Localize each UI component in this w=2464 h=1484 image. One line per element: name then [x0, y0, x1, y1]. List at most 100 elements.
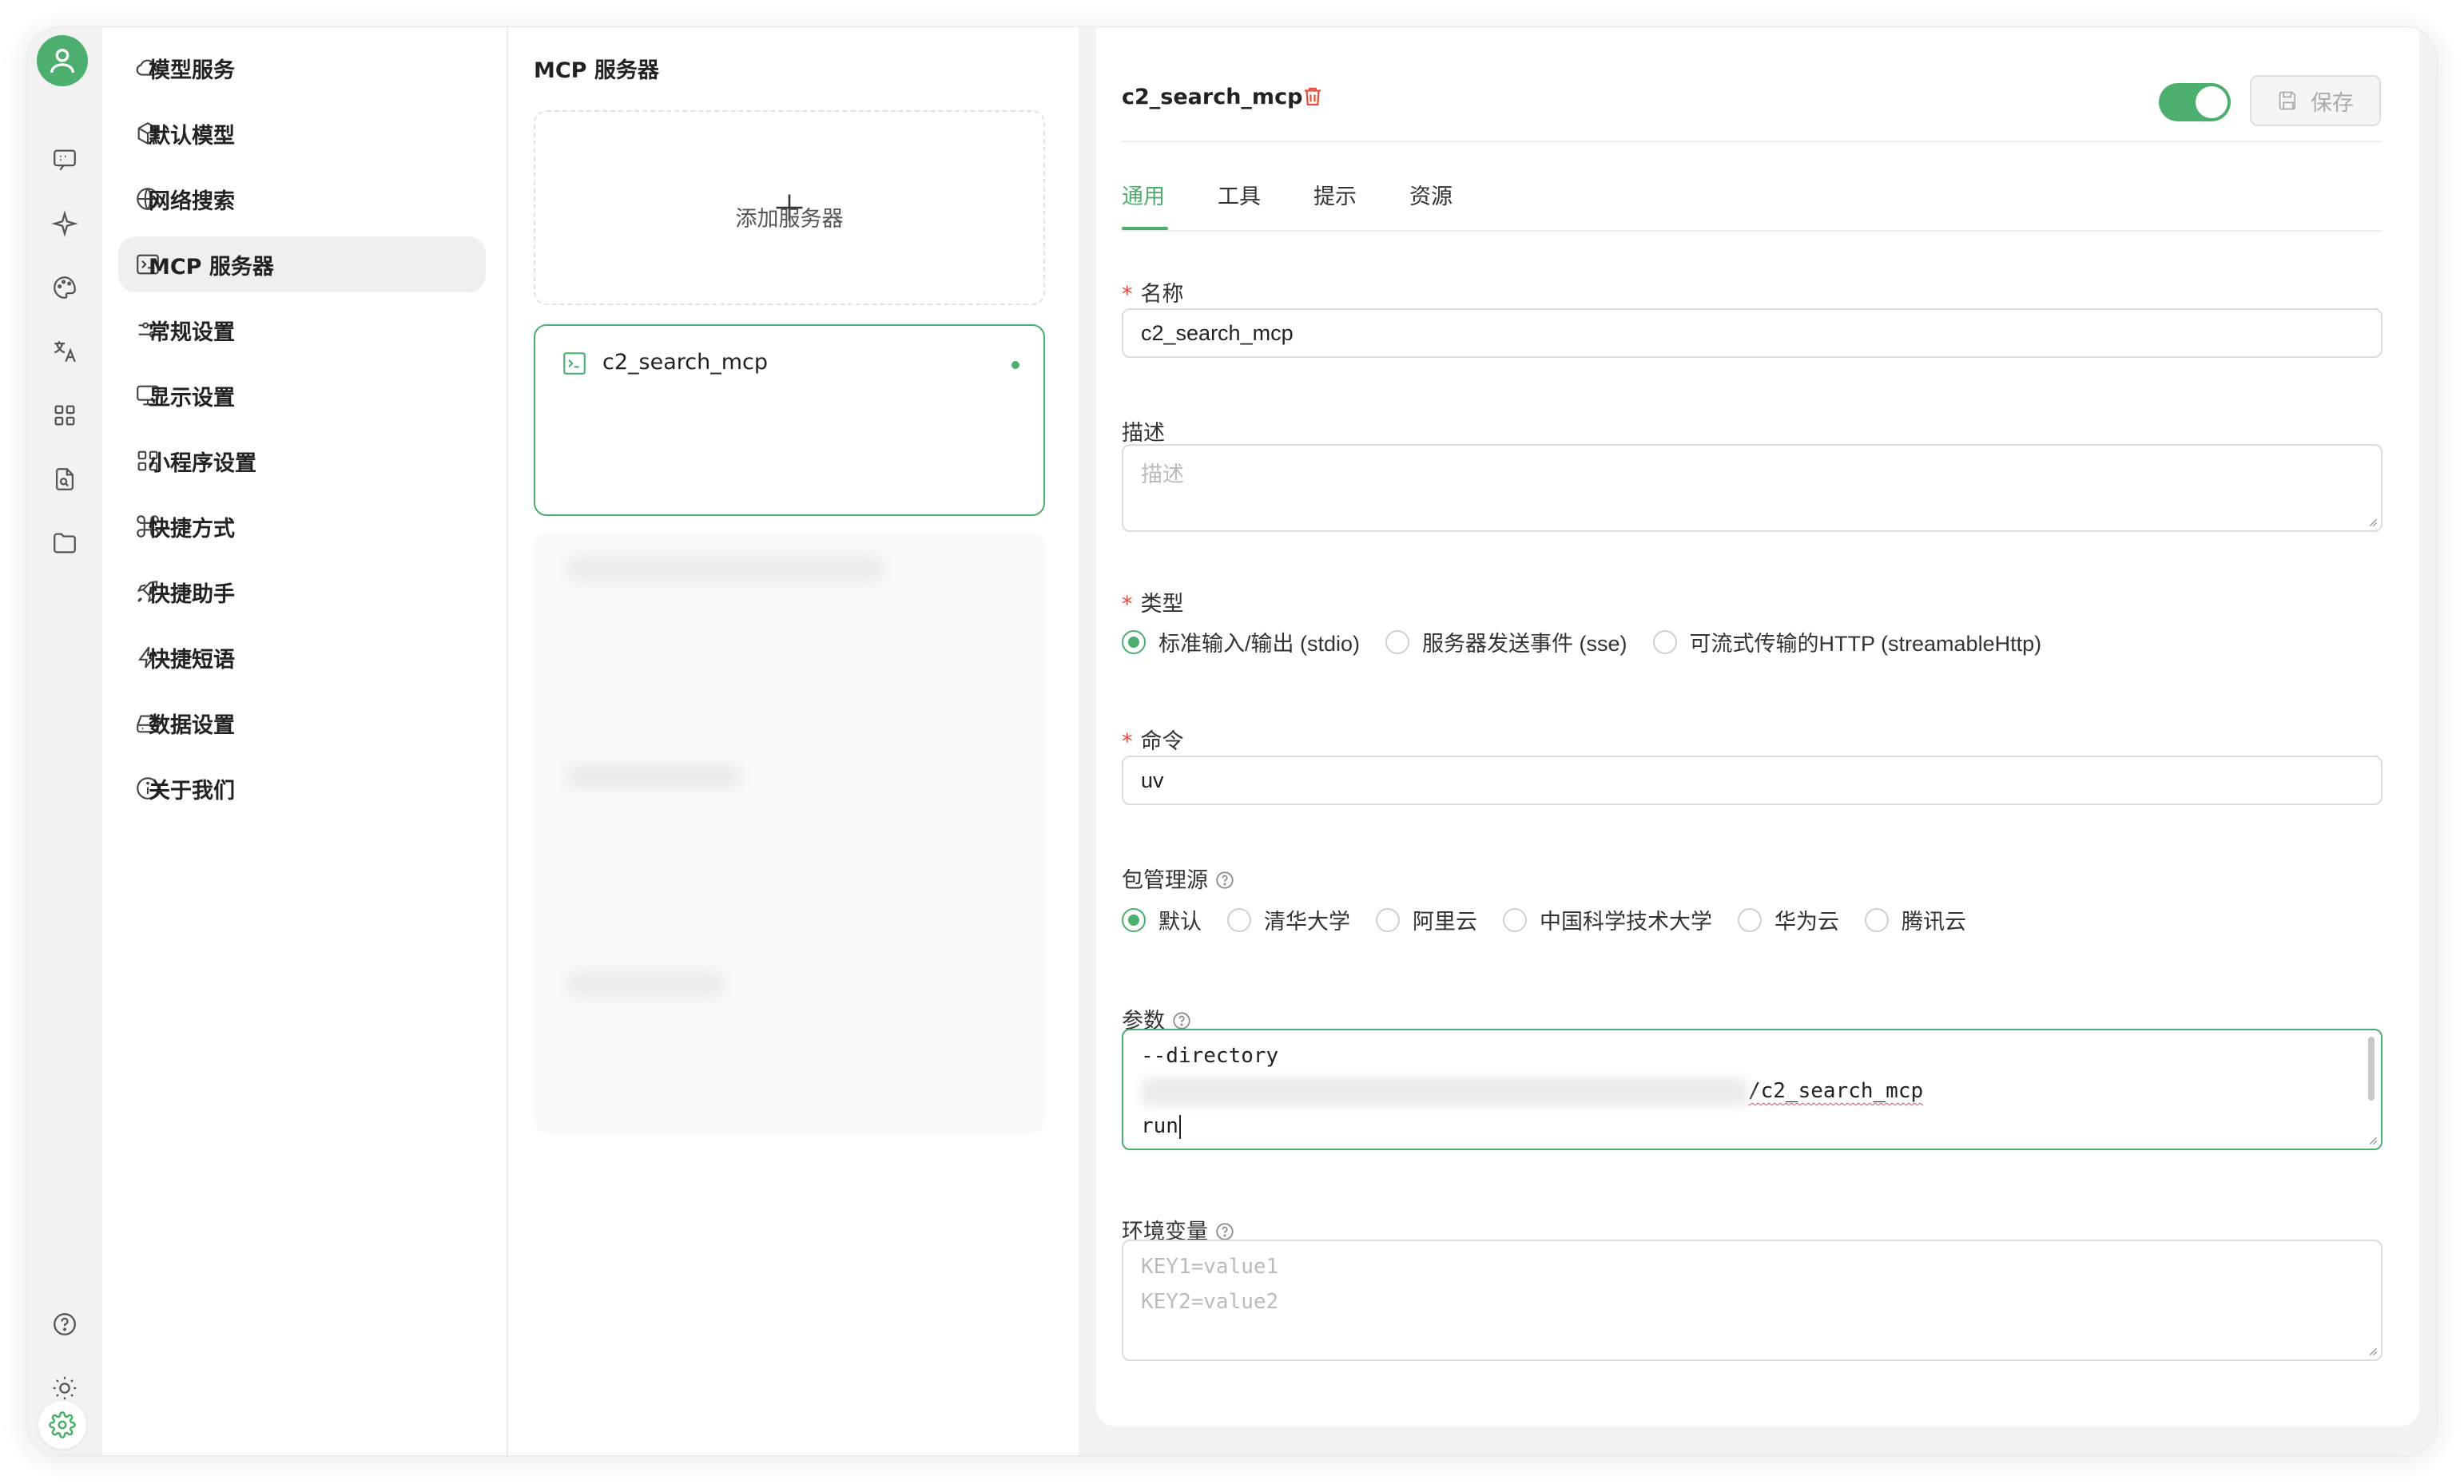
menu-item-quick-phrases[interactable]: 快捷短语 [118, 629, 486, 685]
chat-icon[interactable] [27, 134, 102, 185]
radio-button[interactable] [1503, 907, 1527, 932]
server-card-name: c2_search_mcp [602, 350, 768, 375]
menu-item-label: 小程序设置 [149, 450, 256, 476]
menu-item-label: 快捷方式 [149, 516, 235, 542]
type-radio-group: 标准输入/输出 (stdio) 服务器发送事件 (sse) 可流式传输的HTTP… [1122, 626, 2067, 657]
redacted-bar [566, 556, 885, 581]
menu-item-label: 模型服务 [149, 58, 235, 83]
radio-button[interactable] [1227, 907, 1251, 932]
text-cursor [1178, 1114, 1181, 1139]
settings-menu: 模型服务 默认模型 网络搜索 MCP 服务器 常规设置 显示设置 小程序设置 快… [102, 27, 508, 1455]
registry-label: 包管理源 [1122, 863, 1235, 894]
menu-item-label: 数据设置 [149, 712, 235, 738]
status-dot [1011, 361, 1019, 369]
registry-option-ustc[interactable]: 中国科学技术大学 [1503, 904, 1712, 935]
description-placeholder: 描述 [1141, 462, 1184, 487]
menu-item-miniapp-settings[interactable]: 小程序设置 [118, 433, 486, 489]
menu-item-label: 网络搜索 [149, 188, 235, 214]
avatar[interactable] [37, 35, 88, 86]
icon-rail [27, 27, 102, 1455]
apps-icon[interactable] [27, 390, 102, 441]
menu-item-label: 默认模型 [149, 123, 235, 149]
divider [1122, 141, 2383, 142]
server-card-selected[interactable]: c2_search_mcp [534, 324, 1045, 516]
help-circle-icon[interactable] [1214, 870, 1235, 891]
registry-option-aliyun[interactable]: 阿里云 [1376, 904, 1477, 935]
terminal-icon [563, 352, 586, 375]
resize-handle-icon[interactable] [2367, 516, 2378, 527]
args-textarea[interactable]: --directory /c2_search_mcp run [1122, 1029, 2383, 1150]
redacted-bar [566, 764, 741, 789]
menu-item-label: 显示设置 [149, 385, 235, 411]
menu-item-shortcuts[interactable]: 快捷方式 [118, 498, 486, 554]
translate-icon[interactable] [27, 326, 102, 377]
resize-handle-icon[interactable] [2367, 1134, 2378, 1145]
menu-item-label: 关于我们 [149, 778, 235, 804]
registry-option-tencent[interactable]: 腾讯云 [1865, 904, 1966, 935]
radio-button[interactable] [1385, 629, 1410, 654]
command-label: * 命令 [1122, 729, 1184, 754]
registry-option-tsinghua[interactable]: 清华大学 [1227, 904, 1350, 935]
type-option-streamable-http[interactable]: 可流式传输的HTTP (streamableHttp) [1652, 626, 2041, 657]
radio-button[interactable] [1122, 907, 1146, 932]
server-title: c2_search_mcp [1122, 85, 1303, 109]
menu-item-general-settings[interactable]: 常规设置 [118, 302, 486, 358]
type-label: * 类型 [1122, 592, 1184, 617]
server-detail-panel: c2_search_mcp 保存 通用 工具 提示 资源 * 名称 c2_sear… [1096, 27, 2419, 1426]
save-icon [2279, 91, 2296, 110]
type-option-sse[interactable]: 服务器发送事件 (sse) [1385, 626, 1627, 657]
name-label: * 名称 [1122, 282, 1184, 307]
env-placeholder-line: KEY1=value1 [1141, 1255, 1279, 1279]
tab-tools[interactable]: 工具 [1218, 179, 1261, 210]
sparkle-icon[interactable] [27, 198, 102, 249]
menu-item-default-model[interactable]: 默认模型 [118, 105, 486, 161]
description-textarea[interactable]: 描述 [1122, 444, 2383, 532]
args-line: /c2_search_mcp [1141, 1073, 2363, 1109]
folder-icon[interactable] [27, 518, 102, 569]
enable-toggle[interactable] [2159, 83, 2231, 121]
registry-radio-group: 默认 清华大学 阿里云 中国科学技术大学 华为云 腾讯云 [1122, 904, 1992, 935]
blurred-server-cards [534, 532, 1045, 1134]
settings-gear-icon[interactable] [38, 1401, 86, 1449]
save-label: 保存 [2311, 90, 2354, 116]
divider [1122, 230, 2383, 232]
save-button[interactable]: 保存 [2250, 75, 2381, 126]
env-textarea[interactable]: KEY1=value1 KEY2=value2 [1122, 1240, 2383, 1361]
args-line: run [1141, 1109, 2363, 1144]
tab-resources[interactable]: 资源 [1409, 179, 1453, 210]
registry-option-default[interactable]: 默认 [1122, 904, 1202, 935]
list-title: MCP 服务器 [534, 58, 659, 83]
menu-item-label: MCP 服务器 [149, 254, 274, 280]
resize-handle-icon[interactable] [2367, 1345, 2378, 1356]
mcp-server-list: MCP 服务器 添加服务器 c2_search_mcp [508, 27, 1079, 1455]
menu-item-about[interactable]: 关于我们 [118, 760, 486, 816]
user-icon [50, 48, 74, 73]
menu-item-label: 快捷短语 [149, 647, 235, 673]
menu-item-mcp-servers[interactable]: MCP 服务器 [118, 236, 486, 292]
type-option-stdio[interactable]: 标准输入/输出 (stdio) [1122, 626, 1360, 657]
help-icon[interactable] [27, 1299, 102, 1350]
tab-prompts[interactable]: 提示 [1313, 179, 1357, 210]
command-input[interactable]: uv [1122, 756, 2383, 805]
palette-icon[interactable] [27, 262, 102, 313]
tab-general[interactable]: 通用 [1122, 179, 1165, 210]
app-window: 模型服务 默认模型 网络搜索 MCP 服务器 常规设置 显示设置 小程序设置 快… [27, 27, 2437, 1455]
registry-option-huawei[interactable]: 华为云 [1738, 904, 1839, 935]
desc-label: 描述 [1122, 421, 1165, 446]
radio-button[interactable] [1122, 629, 1146, 654]
radio-button[interactable] [1738, 907, 1762, 932]
add-server-button[interactable]: 添加服务器 [534, 110, 1045, 305]
radio-button[interactable] [1652, 629, 1677, 654]
menu-item-data-settings[interactable]: 数据设置 [118, 695, 486, 751]
menu-item-display-settings[interactable]: 显示设置 [118, 367, 486, 423]
menu-item-model-service[interactable]: 模型服务 [118, 40, 486, 96]
name-input[interactable]: c2_search_mcp [1122, 308, 2383, 358]
trash-icon[interactable] [1301, 85, 1325, 109]
radio-button[interactable] [1376, 907, 1400, 932]
menu-item-quick-assistant[interactable]: 快捷助手 [118, 564, 486, 620]
scrollbar-thumb[interactable] [2368, 1037, 2375, 1101]
file-search-icon[interactable] [27, 454, 102, 505]
menu-item-web-search[interactable]: 网络搜索 [118, 171, 486, 227]
env-placeholder-line: KEY2=value2 [1141, 1290, 1279, 1314]
radio-button[interactable] [1865, 907, 1889, 932]
